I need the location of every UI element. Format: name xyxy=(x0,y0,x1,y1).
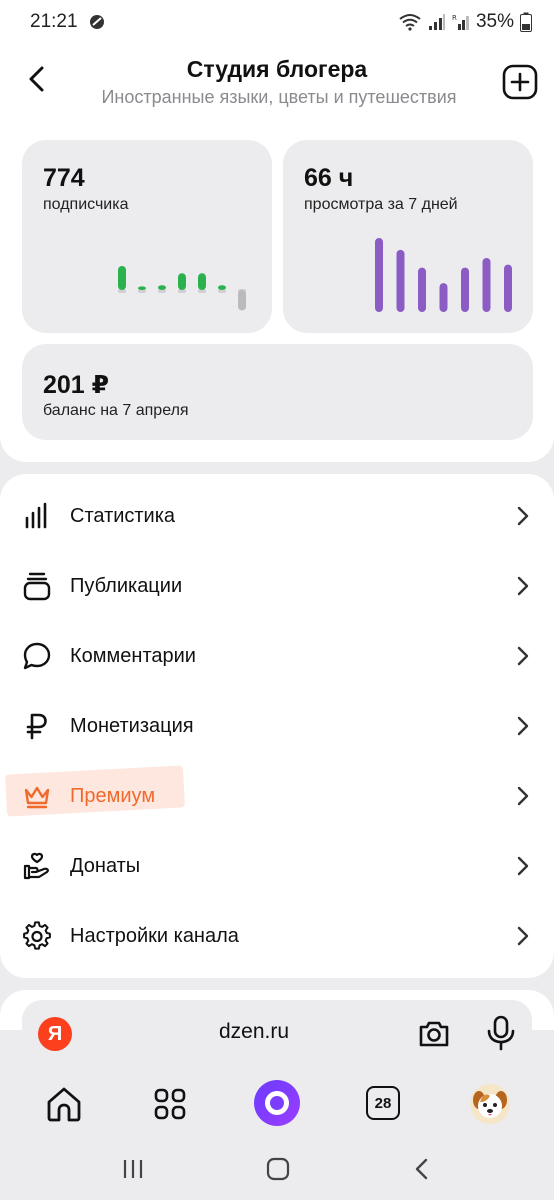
subscribers-bar xyxy=(238,290,246,311)
dog-avatar-icon xyxy=(473,1091,507,1118)
heart-hand-icon xyxy=(23,852,49,880)
menu-label-comments: Комментарии xyxy=(70,644,196,667)
browser-address-bar[interactable]: Я dzen.ru xyxy=(22,1000,532,1066)
comment-icon xyxy=(23,642,51,670)
views-card[interactable]: 66 ч просмотра за 7 дней xyxy=(283,140,533,333)
subscribers-card[interactable]: 774 подписчика xyxy=(22,140,272,333)
subscribers-bar xyxy=(218,285,226,290)
microphone-icon[interactable] xyxy=(484,1014,518,1052)
chevron-right-icon xyxy=(517,716,529,736)
svg-text:R: R xyxy=(452,14,457,22)
system-navigation-bar xyxy=(0,1142,554,1200)
subscribers-bar xyxy=(198,273,206,290)
balance-card[interactable]: 201 ₽ баланс на 7 апреля xyxy=(22,344,533,440)
menu-item-statistics[interactable]: Статистика xyxy=(0,481,554,551)
crown-icon xyxy=(24,786,50,809)
studio-menu: Статистика Публикации Комментарии Монети… xyxy=(0,474,554,978)
url-text[interactable]: dzen.ru xyxy=(22,1020,532,1044)
menu-item-comments[interactable]: Комментарии xyxy=(0,621,554,691)
tabs-counter-button[interactable]: 28 xyxy=(366,1086,400,1120)
signal-icon-2: R xyxy=(452,14,469,30)
chevron-right-icon xyxy=(517,576,529,596)
chevron-right-icon xyxy=(517,926,529,946)
subscribers-bar xyxy=(118,266,126,290)
menu-item-publications[interactable]: Публикации xyxy=(0,551,554,621)
page-subtitle: Иностранные языки, цветы и путешествия xyxy=(101,87,457,107)
views-bar xyxy=(439,283,448,312)
menu-item-donations[interactable]: Донаты xyxy=(0,831,554,901)
home-icon[interactable] xyxy=(42,1082,86,1126)
menu-label-publications: Публикации xyxy=(70,574,183,597)
avatar[interactable] xyxy=(470,1084,510,1124)
views-bar-chart xyxy=(375,238,512,312)
stack-icon xyxy=(23,572,51,601)
moon-icon xyxy=(89,15,104,29)
gear-icon xyxy=(23,921,51,950)
alice-assistant-button[interactable] xyxy=(254,1080,300,1126)
chevron-right-icon xyxy=(517,786,529,806)
views-bar xyxy=(482,257,491,312)
wifi-icon xyxy=(399,14,421,31)
menu-item-monetization[interactable]: Монетизация xyxy=(0,691,554,761)
views-bar xyxy=(396,249,405,312)
status-time: 21:21 xyxy=(30,11,78,32)
menu-item-channel-settings[interactable]: Настройки канала xyxy=(0,901,554,971)
status-bar: 21:21 R 35% xyxy=(0,0,554,44)
views-bar xyxy=(461,267,469,312)
balance-amount: 201 ₽ xyxy=(43,371,110,399)
views-bar xyxy=(418,267,426,312)
menu-label-statistics: Статистика xyxy=(70,504,176,527)
menu-item-premium[interactable]: Премиум xyxy=(0,761,554,831)
subscribers-sparkline xyxy=(118,266,246,311)
balance-label: баланс на 7 апреля xyxy=(43,402,189,419)
back-system-icon[interactable] xyxy=(412,1157,430,1181)
signal-icon xyxy=(428,14,445,30)
add-publication-button[interactable] xyxy=(502,64,538,100)
chevron-right-icon xyxy=(517,856,529,876)
bottom-navigation: 28 xyxy=(0,1066,554,1142)
header: Студия блогера Иностранные языки, цветы … xyxy=(0,44,554,134)
battery-percent: 35% xyxy=(475,11,514,32)
home-system-icon[interactable] xyxy=(266,1157,290,1181)
subscribers-bar xyxy=(158,285,166,290)
menu-label-premium: Премиум xyxy=(70,784,156,807)
views-bar xyxy=(504,264,512,312)
ruble-icon xyxy=(26,713,47,740)
battery-icon xyxy=(520,12,532,32)
subscribers-bar xyxy=(178,273,186,290)
chevron-right-icon xyxy=(517,646,529,666)
chevron-right-icon xyxy=(517,506,529,526)
studio-overview-card: Студия блогера Иностранные языки, цветы … xyxy=(0,44,554,462)
recent-apps-icon[interactable] xyxy=(122,1158,144,1180)
camera-search-icon[interactable] xyxy=(416,1016,452,1052)
menu-label-donations: Донаты xyxy=(70,854,141,877)
services-grid-icon[interactable] xyxy=(148,1082,192,1126)
views-bar xyxy=(375,238,383,312)
menu-label-monetization: Монетизация xyxy=(70,714,194,737)
page-title: Студия блогера xyxy=(186,56,368,82)
menu-label-channel-settings: Настройки канала xyxy=(70,924,239,947)
bar-chart-icon xyxy=(25,502,47,529)
subscribers-bar xyxy=(138,286,146,290)
